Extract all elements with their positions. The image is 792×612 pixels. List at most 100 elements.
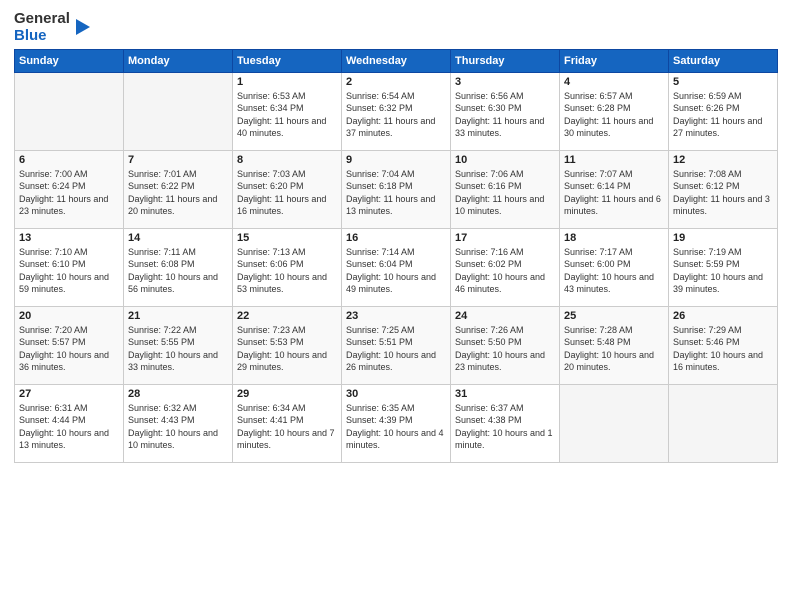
calendar-cell: 31 Sunrise: 6:37 AM Sunset: 4:38 PM Dayli… [451, 384, 560, 462]
day-number: 23 [346, 310, 446, 322]
calendar-cell: 21Sunrise: 7:22 AM Sunset: 5:55 PM Dayli… [124, 306, 233, 384]
day-info: Sunrise: 7:25 AM Sunset: 5:51 PM Dayligh… [346, 324, 446, 374]
week-row-5: 27Sunrise: 6:31 AM Sunset: 4:44 PM Dayli… [15, 384, 778, 462]
day-number: 31 [455, 388, 555, 400]
day-info: Sunrise: 6:37 AM Sunset: 4:38 PM Dayligh… [455, 402, 555, 452]
calendar-cell [669, 384, 778, 462]
weekday-header-thursday: Thursday [451, 49, 560, 72]
weekday-header-row: SundayMondayTuesdayWednesdayThursdayFrid… [15, 49, 778, 72]
day-number: 19 [673, 232, 773, 244]
day-number: 16 [346, 232, 446, 244]
day-number: 2 [346, 76, 446, 88]
day-number: 3 [455, 76, 555, 88]
calendar-cell: 14 Sunrise: 7:11 AM Sunset: 6:08 PM Dayli… [124, 228, 233, 306]
calendar-cell [124, 72, 233, 150]
calendar-cell: 27Sunrise: 6:31 AM Sunset: 4:44 PM Dayli… [15, 384, 124, 462]
day-info: Sunrise: 7:08 AM Sunset: 6:12 PM Dayligh… [673, 168, 773, 218]
day-number: 6 [19, 154, 119, 166]
calendar-cell: 10Sunrise: 7:06 AM Sunset: 6:16 PM Dayli… [451, 150, 560, 228]
weekday-header-monday: Monday [124, 49, 233, 72]
day-number: 12 [673, 154, 773, 166]
day-info: Sunrise: 6:59 AM Sunset: 6:26 PM Dayligh… [673, 90, 773, 140]
calendar-cell: 23 Sunrise: 7:25 AM Sunset: 5:51 PM Dayli… [342, 306, 451, 384]
calendar-cell: 1 Sunrise: 6:53 AM Sunset: 6:34 PM Daylig… [233, 72, 342, 150]
day-number: 24 [455, 310, 555, 322]
day-info: Sunrise: 7:03 AM Sunset: 6:20 PM Dayligh… [237, 168, 337, 218]
day-info: Sunrise: 6:53 AM Sunset: 6:34 PM Dayligh… [237, 90, 337, 140]
day-info: Sunrise: 7:20 AM Sunset: 5:57 PM Dayligh… [19, 324, 119, 374]
day-number: 21 [128, 310, 228, 322]
calendar-cell: 20 Sunrise: 7:20 AM Sunset: 5:57 PM Dayli… [15, 306, 124, 384]
day-number: 14 [128, 232, 228, 244]
calendar-cell: 26Sunrise: 7:29 AM Sunset: 5:46 PM Dayli… [669, 306, 778, 384]
day-info: Sunrise: 7:16 AM Sunset: 6:02 PM Dayligh… [455, 246, 555, 296]
day-info: Sunrise: 7:04 AM Sunset: 6:18 PM Dayligh… [346, 168, 446, 218]
calendar-cell [560, 384, 669, 462]
day-info: Sunrise: 7:11 AM Sunset: 6:08 PM Dayligh… [128, 246, 228, 296]
day-number: 25 [564, 310, 664, 322]
day-info: Sunrise: 7:26 AM Sunset: 5:50 PM Dayligh… [455, 324, 555, 374]
day-info: Sunrise: 7:01 AM Sunset: 6:22 PM Dayligh… [128, 168, 228, 218]
calendar-cell: 29Sunrise: 6:34 AM Sunset: 4:41 PM Dayli… [233, 384, 342, 462]
day-info: Sunrise: 7:19 AM Sunset: 5:59 PM Dayligh… [673, 246, 773, 296]
calendar-cell: 5 Sunrise: 6:59 AM Sunset: 6:26 PM Daylig… [669, 72, 778, 150]
logo-general: General [14, 10, 70, 27]
calendar-table: SundayMondayTuesdayWednesdayThursdayFrid… [14, 49, 778, 463]
week-row-4: 20 Sunrise: 7:20 AM Sunset: 5:57 PM Dayli… [15, 306, 778, 384]
day-info: Sunrise: 7:23 AM Sunset: 5:53 PM Dayligh… [237, 324, 337, 374]
day-number: 5 [673, 76, 773, 88]
calendar-cell: 12 Sunrise: 7:08 AM Sunset: 6:12 PM Dayli… [669, 150, 778, 228]
day-info: Sunrise: 7:13 AM Sunset: 6:06 PM Dayligh… [237, 246, 337, 296]
week-row-3: 13 Sunrise: 7:10 AM Sunset: 6:10 PM Dayli… [15, 228, 778, 306]
calendar-cell: 25 Sunrise: 7:28 AM Sunset: 5:48 PM Dayli… [560, 306, 669, 384]
calendar-cell: 30 Sunrise: 6:35 AM Sunset: 4:39 PM Dayli… [342, 384, 451, 462]
calendar-cell: 2Sunrise: 6:54 AM Sunset: 6:32 PM Daylig… [342, 72, 451, 150]
calendar-cell: 17Sunrise: 7:16 AM Sunset: 6:02 PM Dayli… [451, 228, 560, 306]
calendar-cell: 18Sunrise: 7:17 AM Sunset: 6:00 PM Dayli… [560, 228, 669, 306]
day-number: 28 [128, 388, 228, 400]
week-row-2: 6 Sunrise: 7:00 AM Sunset: 6:24 PM Daylig… [15, 150, 778, 228]
day-number: 4 [564, 76, 664, 88]
weekday-header-saturday: Saturday [669, 49, 778, 72]
day-number: 10 [455, 154, 555, 166]
day-number: 13 [19, 232, 119, 244]
day-info: Sunrise: 6:31 AM Sunset: 4:44 PM Dayligh… [19, 402, 119, 452]
day-number: 8 [237, 154, 337, 166]
day-info: Sunrise: 7:00 AM Sunset: 6:24 PM Dayligh… [19, 168, 119, 218]
day-info: Sunrise: 6:35 AM Sunset: 4:39 PM Dayligh… [346, 402, 446, 452]
calendar-cell: 8 Sunrise: 7:03 AM Sunset: 6:20 PM Daylig… [233, 150, 342, 228]
day-number: 1 [237, 76, 337, 88]
day-number: 22 [237, 310, 337, 322]
header: General Blue [14, 10, 778, 45]
day-info: Sunrise: 6:57 AM Sunset: 6:28 PM Dayligh… [564, 90, 664, 140]
day-number: 7 [128, 154, 228, 166]
calendar-cell [15, 72, 124, 150]
day-number: 20 [19, 310, 119, 322]
calendar-cell: 22 Sunrise: 7:23 AM Sunset: 5:53 PM Dayli… [233, 306, 342, 384]
calendar-cell: 3 Sunrise: 6:56 AM Sunset: 6:30 PM Daylig… [451, 72, 560, 150]
day-number: 15 [237, 232, 337, 244]
day-info: Sunrise: 6:56 AM Sunset: 6:30 PM Dayligh… [455, 90, 555, 140]
calendar-cell: 24 Sunrise: 7:26 AM Sunset: 5:50 PM Dayli… [451, 306, 560, 384]
day-info: Sunrise: 7:07 AM Sunset: 6:14 PM Dayligh… [564, 168, 664, 218]
day-info: Sunrise: 7:14 AM Sunset: 6:04 PM Dayligh… [346, 246, 446, 296]
calendar-cell: 15 Sunrise: 7:13 AM Sunset: 6:06 PM Dayli… [233, 228, 342, 306]
logo: General Blue [14, 10, 92, 45]
day-info: Sunrise: 6:32 AM Sunset: 4:43 PM Dayligh… [128, 402, 228, 452]
weekday-header-sunday: Sunday [15, 49, 124, 72]
weekday-header-wednesday: Wednesday [342, 49, 451, 72]
day-info: Sunrise: 7:28 AM Sunset: 5:48 PM Dayligh… [564, 324, 664, 374]
calendar-cell: 7 Sunrise: 7:01 AM Sunset: 6:22 PM Daylig… [124, 150, 233, 228]
calendar-cell: 9 Sunrise: 7:04 AM Sunset: 6:18 PM Daylig… [342, 150, 451, 228]
day-number: 30 [346, 388, 446, 400]
day-info: Sunrise: 7:10 AM Sunset: 6:10 PM Dayligh… [19, 246, 119, 296]
day-number: 26 [673, 310, 773, 322]
day-number: 9 [346, 154, 446, 166]
calendar-cell: 16 Sunrise: 7:14 AM Sunset: 6:04 PM Dayli… [342, 228, 451, 306]
weekday-header-friday: Friday [560, 49, 669, 72]
calendar-cell: 13 Sunrise: 7:10 AM Sunset: 6:10 PM Dayli… [15, 228, 124, 306]
calendar-cell: 28 Sunrise: 6:32 AM Sunset: 4:43 PM Dayli… [124, 384, 233, 462]
week-row-1: 1 Sunrise: 6:53 AM Sunset: 6:34 PM Daylig… [15, 72, 778, 150]
weekday-header-tuesday: Tuesday [233, 49, 342, 72]
calendar-cell: 4 Sunrise: 6:57 AM Sunset: 6:28 PM Daylig… [560, 72, 669, 150]
